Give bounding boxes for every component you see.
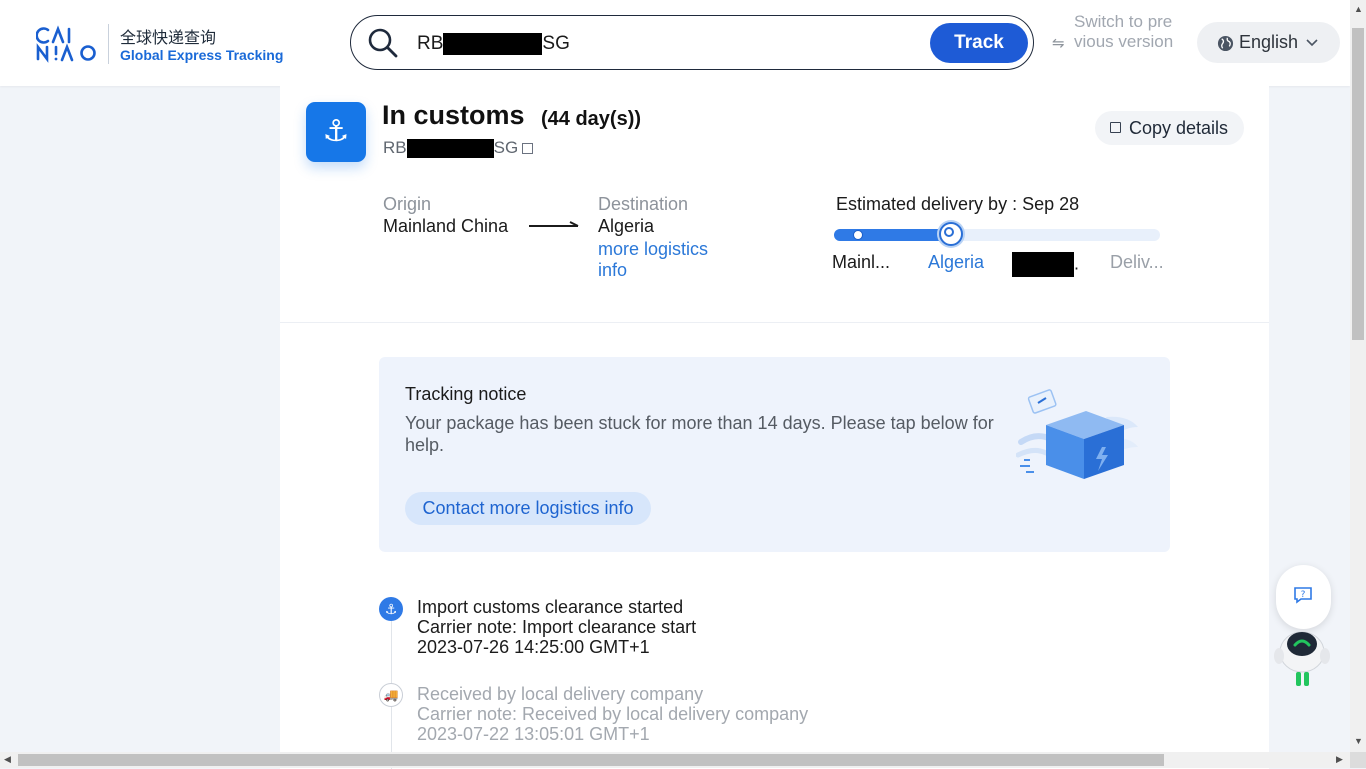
help-float-button[interactable]: ? <box>1276 565 1331 629</box>
globe-icon <box>1217 35 1234 52</box>
contact-logistics-button[interactable]: Contact more logistics info <box>405 492 651 525</box>
redacted-block <box>1012 252 1074 277</box>
origin-label: Origin <box>383 194 432 214</box>
logo-english-text: Global Express Tracking <box>120 47 284 63</box>
event-note: Carrier note: Received by local delivery… <box>417 704 809 724</box>
notice-title: Tracking notice <box>405 384 527 404</box>
arrow-right-icon <box>529 221 579 227</box>
progress-step-destination: Algeria <box>928 252 985 272</box>
event-note: Carrier note: Import clearance start <box>417 617 697 637</box>
progress-start-dot <box>853 230 863 240</box>
language-selector[interactable]: English <box>1197 22 1340 63</box>
notice-text: Your package has been stuck for more tha… <box>405 413 994 455</box>
search-value-prefix: RB <box>417 33 444 55</box>
redacted-block <box>406 139 494 159</box>
event-time: 2023-07-26 14:25:00 GMT+1 <box>417 637 650 657</box>
tracking-prefix: RB <box>383 138 407 157</box>
scrollbar-corner <box>1350 752 1366 768</box>
destination-label: Destination <box>598 194 689 214</box>
switch-version-text: Switch to previous version <box>1074 12 1174 51</box>
progress-current-dot <box>939 222 963 246</box>
destination-value: Algeria <box>598 216 655 236</box>
tracking-details-panel: Tracking notice Your package has been st… <box>280 322 1269 769</box>
status-title: In customs <box>382 100 525 130</box>
copy-icon <box>1110 122 1121 133</box>
anchor-icon: ⚓ <box>379 597 403 621</box>
event-time: 2023-07-22 13:05:01 GMT+1 <box>417 724 650 744</box>
event-title: Received by local delivery company <box>417 684 704 704</box>
progress-step-delivered: Deliv... <box>1110 252 1164 272</box>
language-label: English <box>1239 32 1299 52</box>
anchor-icon: ⚓ <box>306 102 366 162</box>
shipment-summary-card: ⚓ In customs (44 day(s)) RB SG Copy detai… <box>280 86 1269 322</box>
timeline-event: Import customs clearance started Carrier… <box>417 597 696 657</box>
horizontal-scroll-thumb[interactable] <box>18 754 1164 766</box>
estimated-delivery: Estimated delivery by : Sep 28 <box>836 194 1080 214</box>
redacted-block <box>443 33 543 55</box>
swap-icon: ⇋ <box>1052 35 1065 52</box>
scroll-left-icon[interactable]: ◀ <box>4 754 11 765</box>
svg-text:?: ? <box>1301 590 1306 600</box>
help-chat-icon: ? <box>1294 587 1312 604</box>
search-input[interactable]: RB SG <box>417 33 570 55</box>
top-header: 全球快递查询 Global Express Tracking RB SG Trac… <box>0 0 1350 86</box>
logo-chinese-text: 全球快递查询 <box>120 30 217 47</box>
delivery-progress-fill <box>834 229 952 241</box>
event-title: Import customs clearance started <box>417 597 684 617</box>
track-button[interactable]: Track <box>930 23 1028 63</box>
copy-details-button[interactable]: Copy details <box>1095 111 1244 145</box>
copy-details-label: Copy details <box>1129 118 1229 138</box>
scroll-up-icon[interactable]: ▲ <box>1354 4 1363 14</box>
scroll-right-icon[interactable]: ▶ <box>1336 754 1343 765</box>
tracking-search-bar: RB SG Track <box>350 15 1034 70</box>
timeline-event: Received by local delivery company Carri… <box>417 684 808 744</box>
tracking-notice: Tracking notice Your package has been st… <box>379 357 1170 552</box>
chevron-down-icon <box>1305 22 1319 63</box>
vertical-scrollbar[interactable]: ▲ ▼ <box>1350 0 1366 752</box>
origin-value: Mainland China <box>383 216 509 236</box>
assistant-robot-icon[interactable] <box>1268 622 1336 690</box>
copy-icon[interactable] <box>522 143 534 155</box>
scroll-down-icon[interactable]: ▼ <box>1354 736 1363 746</box>
progress-step-origin: Mainl... <box>832 252 891 272</box>
status-days: (44 day(s)) <box>541 108 642 130</box>
progress-current-dot-inner <box>944 227 954 237</box>
package-illustration <box>1016 389 1138 479</box>
cainiao-logo-mark <box>35 24 102 64</box>
horizontal-scrollbar[interactable]: ◀ ▶ <box>0 752 1350 768</box>
tracking-number: RB SG <box>383 138 534 159</box>
cainiao-logo[interactable]: 全球快递查询 Global Express Tracking <box>35 22 286 66</box>
tracking-suffix: SG <box>493 138 519 157</box>
more-logistics-info-link[interactable]: more logistics info <box>598 239 738 281</box>
progress-step-redacted: . <box>1012 252 1079 277</box>
delivery-progress-bar <box>834 229 1160 241</box>
search-icon[interactable] <box>367 27 399 59</box>
vertical-scroll-thumb[interactable] <box>1352 28 1364 340</box>
search-value-suffix: SG <box>542 33 570 55</box>
logo-divider <box>108 24 109 64</box>
truck-icon: 🚚 <box>379 683 403 707</box>
progress-step-trail: . <box>1074 253 1080 274</box>
